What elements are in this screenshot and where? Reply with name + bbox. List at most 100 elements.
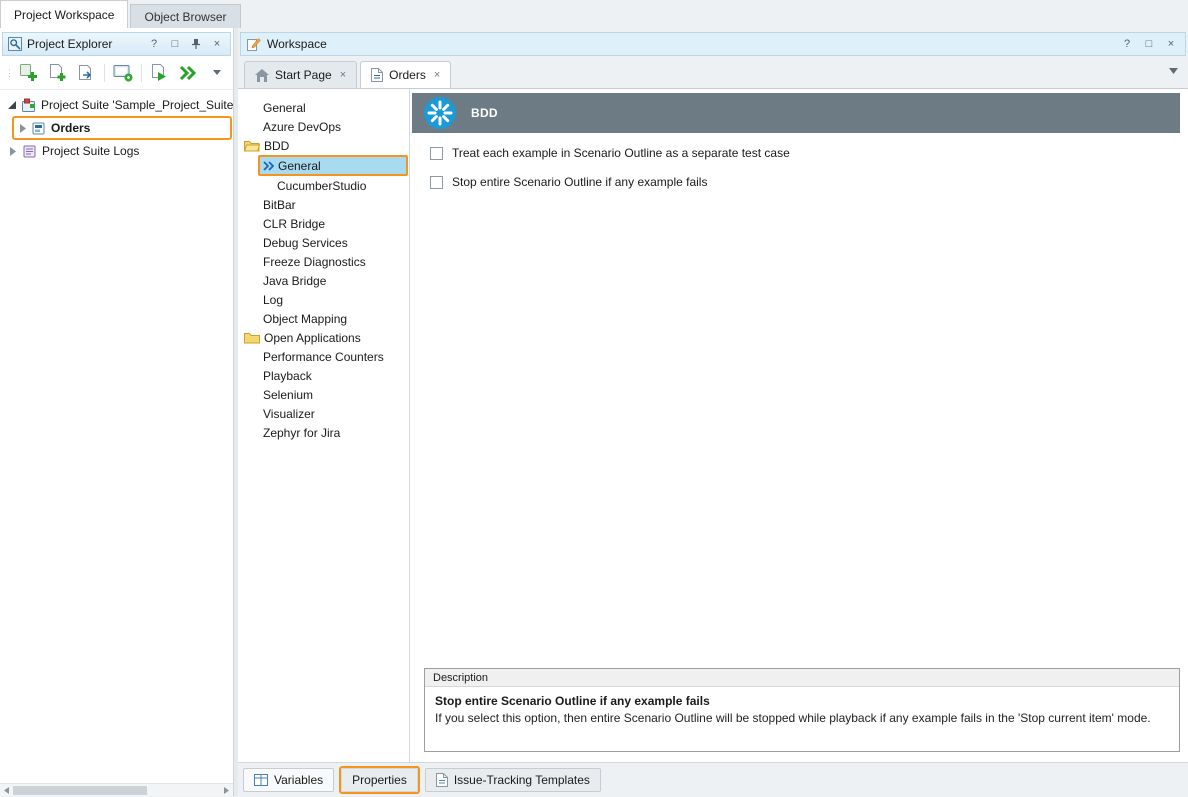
pin-button[interactable] (188, 36, 204, 52)
workspace-icon (247, 37, 261, 51)
tab-list-dropdown[interactable] (1169, 68, 1178, 74)
tree-item-label: Orders (51, 121, 90, 135)
nav-item-general-root[interactable]: General (238, 98, 409, 117)
open-item-icon (77, 63, 96, 82)
nav-item-java-bridge[interactable]: Java Bridge (238, 271, 409, 290)
doc-tab-orders[interactable]: Orders × (360, 61, 451, 88)
description-body: If you select this option, then entire S… (435, 711, 1169, 725)
project-explorer-header: Project Explorer ? □ × (2, 32, 231, 56)
tree-item-label: Project Suite 'Sample_Project_Suite' (1 … (41, 98, 233, 112)
nav-item-zephyr-for-jira[interactable]: Zephyr for Jira (238, 423, 409, 442)
expander-expanded-icon[interactable] (8, 101, 16, 109)
tree-item-orders[interactable]: Orders (12, 116, 232, 140)
expander-collapsed-icon[interactable] (8, 147, 17, 156)
nav-item-label: Performance Counters (263, 350, 384, 364)
bdd-section-title: BDD (471, 106, 498, 120)
checkbox-label: Stop entire Scenario Outline if any exam… (452, 175, 707, 189)
toolbar-overflow-button[interactable] (206, 61, 228, 85)
doc-tab-label: Start Page (275, 68, 332, 82)
nav-item-label: Freeze Diagnostics (263, 255, 366, 269)
nav-item-label: General (278, 159, 321, 173)
tab-project-workspace[interactable]: Project Workspace (0, 0, 128, 28)
run-test-button[interactable] (149, 61, 171, 85)
variables-icon (254, 774, 268, 786)
nav-item-label: Visualizer (263, 407, 315, 421)
scroll-left-button[interactable] (0, 784, 13, 797)
folder-open-icon (244, 139, 260, 152)
nav-item-visualizer[interactable]: Visualizer (238, 404, 409, 423)
scrollbar-thumb[interactable] (13, 786, 147, 795)
options-nav-list: General Azure DevOps BDD General Cucumbe… (238, 89, 410, 762)
float-button[interactable]: □ (167, 36, 183, 52)
project-explorer-tree: Project Suite 'Sample_Project_Suite' (1 … (0, 90, 233, 783)
help-button[interactable]: ? (146, 36, 162, 52)
open-item-button[interactable] (75, 61, 97, 85)
horizontal-scrollbar[interactable] (0, 783, 233, 796)
tree-item-project-suite[interactable]: Project Suite 'Sample_Project_Suite' (1 … (0, 95, 233, 115)
nav-item-clr-bridge[interactable]: CLR Bridge (238, 214, 409, 233)
float-button[interactable]: □ (1141, 36, 1157, 52)
run-project-suite-icon (179, 65, 197, 81)
nav-item-bitbar[interactable]: BitBar (238, 195, 409, 214)
nav-item-selenium[interactable]: Selenium (238, 385, 409, 404)
close-panel-button[interactable]: × (209, 36, 225, 52)
project-explorer-toolbar: ⋮ (0, 56, 233, 90)
doc-tab-label: Orders (389, 68, 426, 82)
tab-object-browser[interactable]: Object Browser (130, 4, 240, 28)
tab-variables[interactable]: Variables (243, 768, 334, 792)
tab-properties[interactable]: Properties (341, 768, 418, 792)
nav-item-label: General (263, 101, 306, 115)
nav-item-open-applications[interactable]: Open Applications (238, 328, 409, 347)
nav-item-debug-services[interactable]: Debug Services (238, 233, 409, 252)
nav-item-label: Zephyr for Jira (263, 426, 340, 440)
close-tab-button[interactable]: × (340, 69, 346, 81)
project-suite-icon (21, 98, 36, 113)
nav-item-freeze-diagnostics[interactable]: Freeze Diagnostics (238, 252, 409, 271)
doc-tab-start-page[interactable]: Start Page × (244, 61, 357, 88)
expander-collapsed-icon[interactable] (20, 124, 26, 133)
close-tab-button[interactable]: × (434, 69, 440, 81)
selected-item-arrow-icon (263, 161, 274, 171)
checkbox-separate-test-case[interactable] (430, 147, 443, 160)
run-project-suite-button[interactable] (177, 61, 199, 85)
nav-item-bdd[interactable]: BDD (238, 136, 409, 155)
add-new-item-button[interactable] (47, 61, 69, 85)
add-new-item-icon (48, 63, 67, 82)
nav-item-cucumberstudio[interactable]: CucumberStudio (238, 176, 409, 195)
nav-item-playback[interactable]: Playback (238, 366, 409, 385)
description-title: Stop entire Scenario Outline if any exam… (435, 694, 1179, 708)
nav-item-object-mapping[interactable]: Object Mapping (238, 309, 409, 328)
pin-icon (191, 38, 201, 50)
tab-issue-tracking-templates[interactable]: Issue-Tracking Templates (425, 768, 601, 792)
document-icon (371, 68, 383, 82)
bdd-icon (423, 96, 457, 130)
nav-item-bdd-general-selected[interactable]: General (258, 155, 408, 176)
toolbar-separator (141, 64, 142, 82)
run-test-icon (150, 63, 169, 82)
close-panel-button[interactable]: × (1163, 36, 1179, 52)
help-button[interactable]: ? (1119, 36, 1135, 52)
bottom-tab-label: Properties (352, 773, 407, 787)
nav-item-label: Object Mapping (263, 312, 347, 326)
nav-item-performance-counters[interactable]: Performance Counters (238, 347, 409, 366)
tree-item-project-suite-logs[interactable]: Project Suite Logs (0, 141, 233, 161)
chevron-down-icon (213, 70, 221, 75)
bottom-tab-bar: Variables Properties Issue-Tracking Temp… (238, 762, 1188, 796)
add-project-item-button[interactable] (18, 61, 40, 85)
record-test-button[interactable] (112, 61, 134, 85)
checkbox-label: Treat each example in Scenario Outline a… (452, 146, 790, 160)
bottom-tab-label: Issue-Tracking Templates (454, 773, 590, 787)
bottom-tab-label: Variables (274, 773, 323, 787)
window-tab-bar: Project Workspace Object Browser (0, 0, 1188, 28)
nav-item-azure-devops[interactable]: Azure DevOps (238, 117, 409, 136)
nav-item-label: BDD (264, 139, 289, 153)
scroll-right-button[interactable] (220, 784, 233, 797)
tree-item-label: Project Suite Logs (42, 144, 139, 158)
add-project-item-icon (19, 63, 38, 82)
option-row-stop-outline: Stop entire Scenario Outline if any exam… (430, 175, 1188, 189)
checkbox-stop-outline[interactable] (430, 176, 443, 189)
document-tab-bar: Start Page × Orders × (238, 56, 1188, 88)
toolbar-grip[interactable]: ⋮ (5, 71, 11, 75)
nav-item-log[interactable]: Log (238, 290, 409, 309)
nav-item-label: CucumberStudio (277, 179, 366, 193)
